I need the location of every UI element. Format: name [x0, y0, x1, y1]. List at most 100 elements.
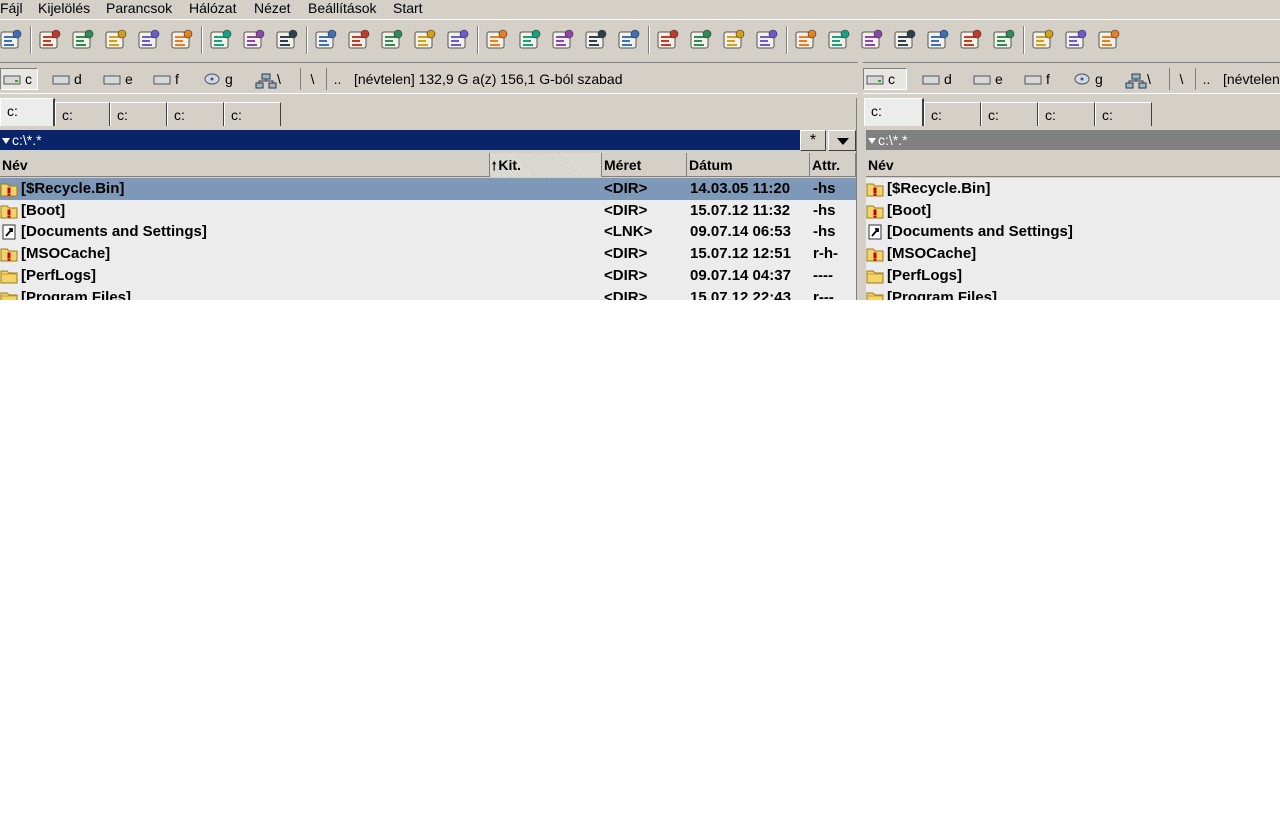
cmd-icon[interactable] — [410, 26, 438, 54]
swirl-icon[interactable] — [719, 26, 747, 54]
calendar-icon[interactable] — [614, 26, 642, 54]
unpack-icon[interactable] — [167, 26, 195, 54]
menu-network[interactable]: Hálózat — [189, 0, 236, 17]
toolbar-separator — [1023, 26, 1025, 54]
right-tab-2[interactable]: c: — [924, 102, 981, 126]
left-drive-e[interactable]: e — [101, 68, 133, 90]
refresh-icon[interactable] — [443, 26, 471, 54]
right-tab-1[interactable]: c: — [864, 98, 924, 126]
screen-icon[interactable] — [857, 26, 885, 54]
file-row[interactable]: [PerfLogs] <DIR> 09.07.14 04:37 ---- — [0, 265, 856, 287]
drive-label: g — [225, 71, 233, 87]
column-attr[interactable]: Attr. — [810, 153, 856, 177]
file-row[interactable]: [Program Files] — [866, 287, 1280, 300]
pack-icon[interactable] — [134, 26, 162, 54]
right-tab-4[interactable]: c: — [1038, 102, 1095, 126]
column-size[interactable]: Méret — [602, 153, 687, 177]
left-drive-f[interactable]: f — [151, 68, 179, 90]
eraser-icon[interactable] — [890, 26, 918, 54]
left-drive-d[interactable]: d — [50, 68, 82, 90]
tools-icon[interactable] — [686, 26, 714, 54]
delete-icon[interactable] — [989, 26, 1017, 54]
file-row[interactable]: [Boot] <DIR> 15.07.12 11:32 -hs — [0, 200, 856, 222]
right-drive-c[interactable]: c — [863, 68, 907, 90]
file-row[interactable]: [$Recycle.Bin] — [866, 178, 1280, 200]
left-drive-network[interactable]: \ — [253, 68, 281, 90]
settings-icon[interactable] — [1094, 26, 1122, 54]
left-history-button[interactable] — [828, 130, 856, 151]
column-name[interactable]: Név — [0, 153, 490, 177]
file-row[interactable]: [MSOCache] — [866, 243, 1280, 265]
warning-folder-icon — [0, 243, 20, 265]
right-drive-e[interactable]: e — [971, 68, 1003, 90]
nine-icon[interactable] — [653, 26, 681, 54]
folder-icon — [866, 287, 886, 300]
right-drive-bar: c d e f g \ \ .. [névtelen] — [863, 62, 1280, 94]
left-tab-bar: c: c: c: c: c: — [0, 98, 858, 126]
right-tab-5[interactable]: c: — [1095, 102, 1152, 126]
left-filter-button[interactable]: * — [800, 130, 826, 151]
column-name[interactable]: Név — [866, 153, 1280, 177]
file-row[interactable]: [Program Files] <DIR> 15.07.12 22:43 r--- — [0, 287, 856, 301]
left-drive-g[interactable]: g — [201, 68, 233, 90]
menu-file[interactable]: Fájl — [0, 0, 23, 17]
right-drive-d[interactable]: d — [920, 68, 952, 90]
wand-icon[interactable] — [311, 26, 339, 54]
file-row[interactable]: [MSOCache] <DIR> 15.07.12 12:51 r-h- — [0, 243, 856, 265]
search-icon[interactable] — [239, 26, 267, 54]
menu-start[interactable]: Start — [393, 0, 423, 17]
right-tab-3[interactable]: c: — [981, 102, 1038, 126]
right-root-button[interactable]: \ — [1169, 68, 1193, 90]
brief-view-icon[interactable] — [35, 26, 63, 54]
left-path-bar[interactable]: c:\*.* — [0, 130, 800, 150]
notepad-icon[interactable] — [482, 26, 510, 54]
script-icon[interactable] — [548, 26, 576, 54]
left-tab-4[interactable]: c: — [167, 102, 224, 126]
compare-icon[interactable] — [515, 26, 543, 54]
left-tab-2[interactable]: c: — [55, 102, 110, 126]
file-row[interactable]: [$Recycle.Bin] <DIR> 14.03.05 11:20 -hs — [0, 178, 856, 200]
file-row[interactable]: [PerfLogs] — [866, 265, 1280, 287]
ftp-icon[interactable] — [344, 26, 372, 54]
right-path-bar[interactable]: c:\*.* — [866, 130, 1280, 150]
edit-icon[interactable] — [101, 26, 129, 54]
wrench-icon[interactable] — [923, 26, 951, 54]
menu-commands[interactable]: Parancsok — [106, 0, 172, 17]
left-tab-3[interactable]: c: — [110, 102, 167, 126]
recycle-icon[interactable] — [956, 26, 984, 54]
right-drive-g[interactable]: g — [1071, 68, 1103, 90]
menu-view[interactable]: Nézet — [254, 0, 291, 17]
left-drive-c[interactable]: c — [0, 68, 38, 90]
clock-icon[interactable] — [377, 26, 405, 54]
network-gears-icon[interactable] — [1061, 26, 1089, 54]
book-icon[interactable] — [752, 26, 780, 54]
column-ext[interactable]: 🠑 Kit. — [490, 153, 602, 177]
bug-icon[interactable] — [581, 26, 609, 54]
monitor-icon[interactable] — [824, 26, 852, 54]
tree-icon[interactable] — [272, 26, 300, 54]
panel-separator[interactable] — [856, 98, 864, 300]
zoom-icon[interactable] — [791, 26, 819, 54]
full-view-icon[interactable] — [68, 26, 96, 54]
left-root-button[interactable]: \ — [300, 68, 324, 90]
file-row[interactable]: [Boot] — [866, 200, 1280, 222]
menu-mark[interactable]: Kijelölés — [38, 0, 90, 17]
left-file-list: [$Recycle.Bin] <DIR> 14.03.05 11:20 -hs [Boo… — [0, 178, 856, 300]
magnifier-icon[interactable] — [0, 26, 24, 54]
menu-settings[interactable]: Beállítások — [308, 0, 376, 17]
right-drive-network[interactable]: \ — [1123, 68, 1151, 90]
left-parent-button[interactable]: .. — [326, 68, 348, 90]
scissors-icon[interactable] — [206, 26, 234, 54]
file-size: <DIR> — [604, 288, 648, 301]
hard-drive-icon — [973, 73, 991, 85]
file-row[interactable]: [Documents and Settings] — [866, 221, 1280, 243]
left-tab-1[interactable]: c: — [0, 98, 55, 126]
column-date[interactable]: Dátum — [687, 153, 810, 177]
right-drive-f[interactable]: f — [1022, 68, 1050, 90]
gears-icon[interactable] — [1028, 26, 1056, 54]
file-row[interactable]: [Documents and Settings] <LNK> 09.07.14 06… — [0, 221, 856, 243]
file-attr: ---- — [813, 266, 833, 284]
warning-folder-icon — [866, 200, 886, 222]
right-parent-button[interactable]: .. — [1195, 68, 1217, 90]
left-tab-5[interactable]: c: — [224, 102, 281, 126]
